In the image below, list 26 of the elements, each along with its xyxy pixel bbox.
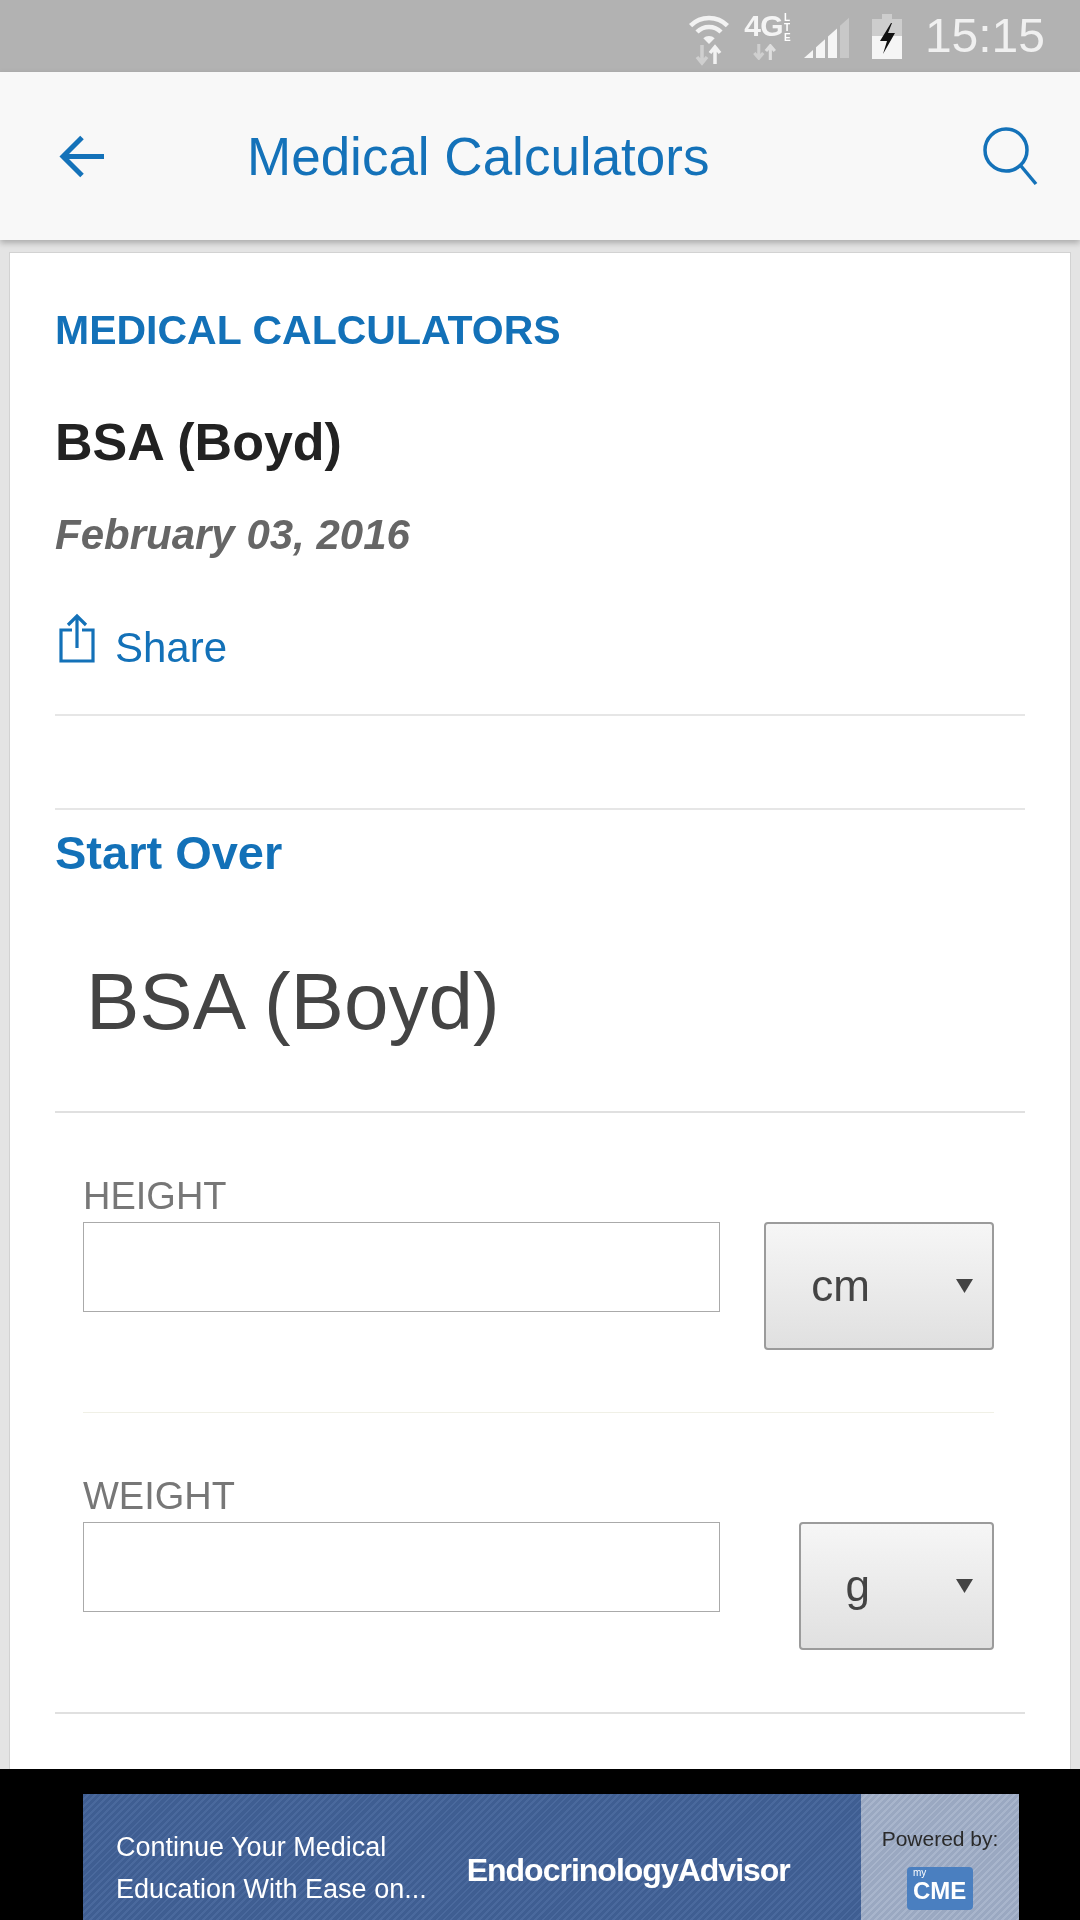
logo-text: CME	[913, 1878, 967, 1904]
status-time: 15:15	[924, 12, 1045, 60]
ad-banner[interactable]: Continue Your Medical Education With Ease on... EndocrinologyAdvisor Powered by: my CME	[83, 1794, 1019, 1920]
share-button[interactable]: Share	[59, 613, 228, 669]
caret-icon	[956, 1279, 973, 1293]
ad-brand-name: EndocrinologyAdvisor	[466, 1851, 790, 1890]
input-field[interactable]	[83, 1222, 720, 1312]
field-label: WEIGHT	[83, 1477, 235, 1515]
logo-prefix: my	[913, 1867, 927, 1878]
app-bar-title: Medical Calculators	[247, 129, 710, 183]
powered-by-label: Powered by:	[881, 1826, 999, 1852]
unit-select[interactable]: g	[798, 1522, 994, 1650]
battery-charging-icon	[871, 13, 902, 59]
input-field[interactable]	[83, 1522, 720, 1612]
caret-icon	[956, 1579, 973, 1593]
network-type-label: 4G	[744, 12, 783, 39]
field-label: HEIGHT	[83, 1177, 227, 1215]
category-link[interactable]: MEDICAL CALCULATORS	[55, 309, 561, 351]
article-date: February 03, 2016	[55, 514, 410, 556]
start-over-link[interactable]: Start Over	[55, 828, 283, 876]
share-icon	[59, 613, 95, 663]
back-arrow-icon[interactable]	[59, 133, 105, 179]
search-icon[interactable]	[982, 126, 1038, 186]
unit-select[interactable]: cm	[764, 1222, 994, 1350]
network-detail-label: LTE	[783, 12, 792, 43]
ad-tagline: Continue Your Medical Education With Ease on...	[116, 1831, 427, 1906]
